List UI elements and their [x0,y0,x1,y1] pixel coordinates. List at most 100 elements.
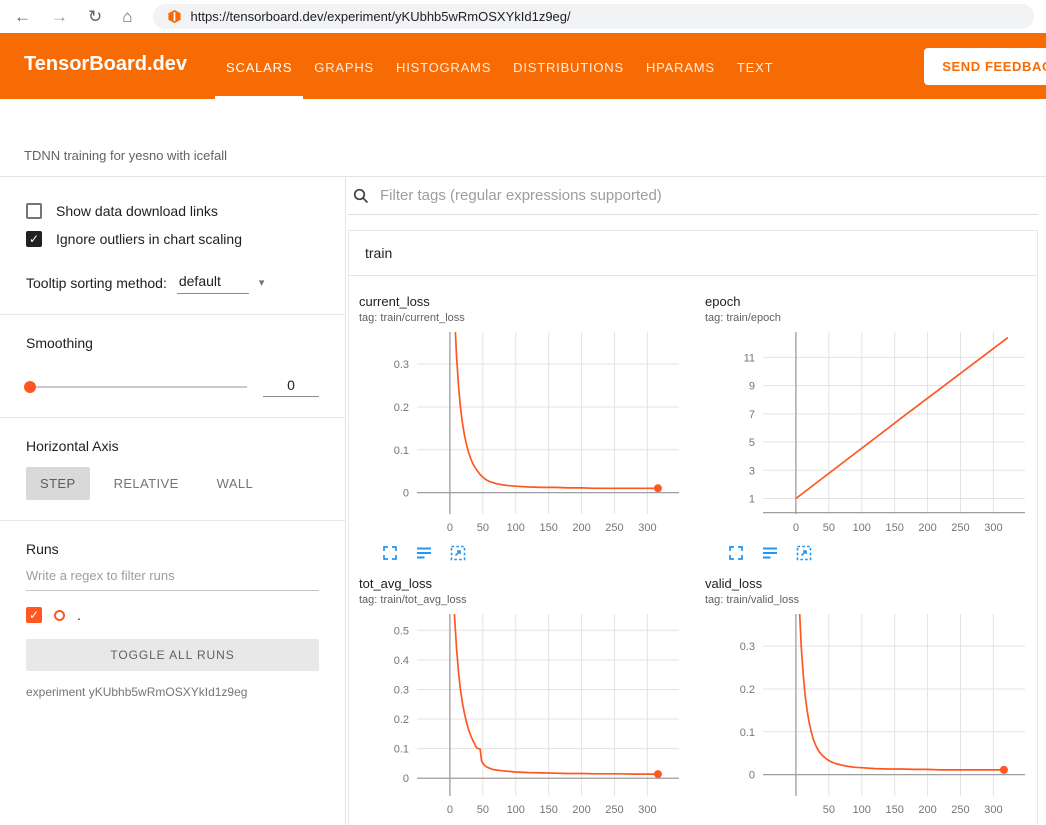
svg-text:300: 300 [984,522,1002,534]
fit-domain-icon[interactable] [449,544,467,562]
svg-text:3: 3 [749,465,755,477]
svg-text:0.3: 0.3 [394,684,409,696]
tab-distributions[interactable]: DISTRIBUTIONS [502,33,635,99]
runs-filter-input[interactable] [26,561,319,591]
svg-text:0: 0 [749,770,755,782]
tab-graphs[interactable]: GRAPHS [303,33,385,99]
data-table-icon[interactable] [415,544,433,562]
experiment-title: TDNN training for yesno with icefall [24,148,227,163]
smoothing-slider-row: 0 [26,377,319,397]
show-download-links-row: ✓ Show data download links [26,203,319,219]
svg-text:7: 7 [749,409,755,421]
svg-text:300: 300 [638,804,656,816]
tab-scalars[interactable]: SCALARS [215,33,303,99]
axis-step-button[interactable]: STEP [26,467,90,500]
check-icon: ✓ [29,609,39,621]
chart-card-epoch: epoch tag: train/epoch 13579110501001502… [705,294,1033,566]
svg-text:300: 300 [984,804,1002,816]
chart-title: tot_avg_loss [359,576,687,594]
smoothing-slider[interactable] [26,386,247,388]
chart-title: epoch [705,294,1033,312]
tag-filter-input[interactable] [380,187,1038,204]
show-download-links-label: Show data download links [56,203,218,219]
svg-text:50: 50 [823,804,835,816]
page: ← → ↻ ⌂ https://tensorboard.dev/experime… [0,0,1046,825]
chart-plot[interactable]: 00.10.20.350100150200250300 [705,610,1033,822]
svg-text:100: 100 [507,804,525,816]
chart-title: valid_loss [705,576,1033,594]
chart-subtitle: tag: train/epoch [705,312,1033,328]
svg-text:0: 0 [403,488,409,500]
main-panel: train current_loss tag: train/current_lo… [346,177,1046,825]
smoothing-value[interactable]: 0 [263,377,319,397]
header-tabs: SCALARS GRAPHS HISTOGRAMS DISTRIBUTIONS … [215,33,784,99]
slider-thumb[interactable] [24,381,36,393]
svg-text:0.2: 0.2 [394,714,409,726]
tooltip-sorting-select[interactable]: default [177,271,249,294]
svg-text:200: 200 [572,522,590,534]
experiment-bar: TDNN training for yesno with icefall [0,99,1046,177]
svg-text:0.2: 0.2 [394,402,409,414]
search-icon [352,187,370,205]
svg-text:0.5: 0.5 [394,625,409,637]
svg-text:200: 200 [918,522,936,534]
svg-text:200: 200 [572,804,590,816]
fullscreen-icon[interactable] [381,544,399,562]
svg-text:150: 150 [885,522,903,534]
ignore-outliers-checkbox[interactable]: ✓ [26,231,42,247]
ignore-outliers-label: Ignore outliers in chart scaling [56,231,242,247]
send-feedback-button[interactable]: SEND FEEDBACK [924,48,1046,85]
content: ✓ Show data download links ✓ Ignore outl… [0,177,1046,825]
experiment-note: experiment yKUbhb5wRmOSXYkId1z9eg [26,685,319,699]
svg-text:0: 0 [793,522,799,534]
tensorboard-favicon [167,9,182,24]
data-table-icon[interactable] [761,544,779,562]
chart-plot[interactable]: 00.10.20.3050100150200250300 [359,328,687,540]
svg-text:0.4: 0.4 [394,655,409,667]
home-icon[interactable]: ⌂ [122,8,132,25]
axis-relative-button[interactable]: RELATIVE [100,467,193,500]
svg-text:0.2: 0.2 [740,684,755,696]
fit-domain-icon[interactable] [795,544,813,562]
chart-actions [359,540,687,566]
svg-text:250: 250 [951,522,969,534]
address-bar[interactable]: https://tensorboard.dev/experiment/yKUbh… [153,4,1034,29]
svg-text:0: 0 [447,522,453,534]
brand-logo[interactable]: TensorBoard.dev [24,53,187,99]
url-text: https://tensorboard.dev/experiment/yKUbh… [191,9,571,24]
svg-text:200: 200 [918,804,936,816]
svg-text:0.1: 0.1 [394,445,409,457]
svg-text:0: 0 [403,773,409,785]
train-group-header[interactable]: train [349,231,1037,276]
tab-hparams[interactable]: HPARAMS [635,33,726,99]
svg-text:250: 250 [605,522,623,534]
chart-card-current-loss: current_loss tag: train/current_loss 00.… [359,294,687,566]
tooltip-sorting-row: Tooltip sorting method: default ▾ [26,271,319,294]
run-name: . [77,607,81,623]
forward-icon[interactable]: → [51,8,68,25]
tab-text[interactable]: TEXT [726,33,784,99]
svg-text:300: 300 [638,522,656,534]
smoothing-label: Smoothing [26,335,319,351]
chart-subtitle: tag: train/current_loss [359,312,687,328]
tooltip-sorting-label: Tooltip sorting method: [26,275,167,291]
toggle-all-runs-button[interactable]: TOGGLE ALL RUNS [26,639,319,671]
reload-icon[interactable]: ↻ [88,8,102,25]
horizontal-axis-buttons: STEP RELATIVE WALL [26,467,319,500]
tab-histograms[interactable]: HISTOGRAMS [385,33,502,99]
axis-wall-button[interactable]: WALL [203,467,268,500]
charts-grid: current_loss tag: train/current_loss 00.… [349,276,1037,825]
svg-text:0.1: 0.1 [394,744,409,756]
chart-plot[interactable]: 00.10.20.30.40.5050100150200250300 [359,610,687,822]
fullscreen-icon[interactable] [727,544,745,562]
run-checkbox[interactable]: ✓ [26,607,42,623]
tag-filter-row [348,177,1038,215]
svg-text:50: 50 [477,522,489,534]
ignore-outliers-row: ✓ Ignore outliers in chart scaling [26,231,319,247]
settings-sidebar: ✓ Show data download links ✓ Ignore outl… [0,177,346,825]
svg-text:11: 11 [744,352,755,364]
back-icon[interactable]: ← [14,8,31,25]
svg-text:5: 5 [749,437,755,449]
show-download-links-checkbox[interactable]: ✓ [26,203,42,219]
chart-plot[interactable]: 1357911050100150200250300 [705,328,1033,540]
